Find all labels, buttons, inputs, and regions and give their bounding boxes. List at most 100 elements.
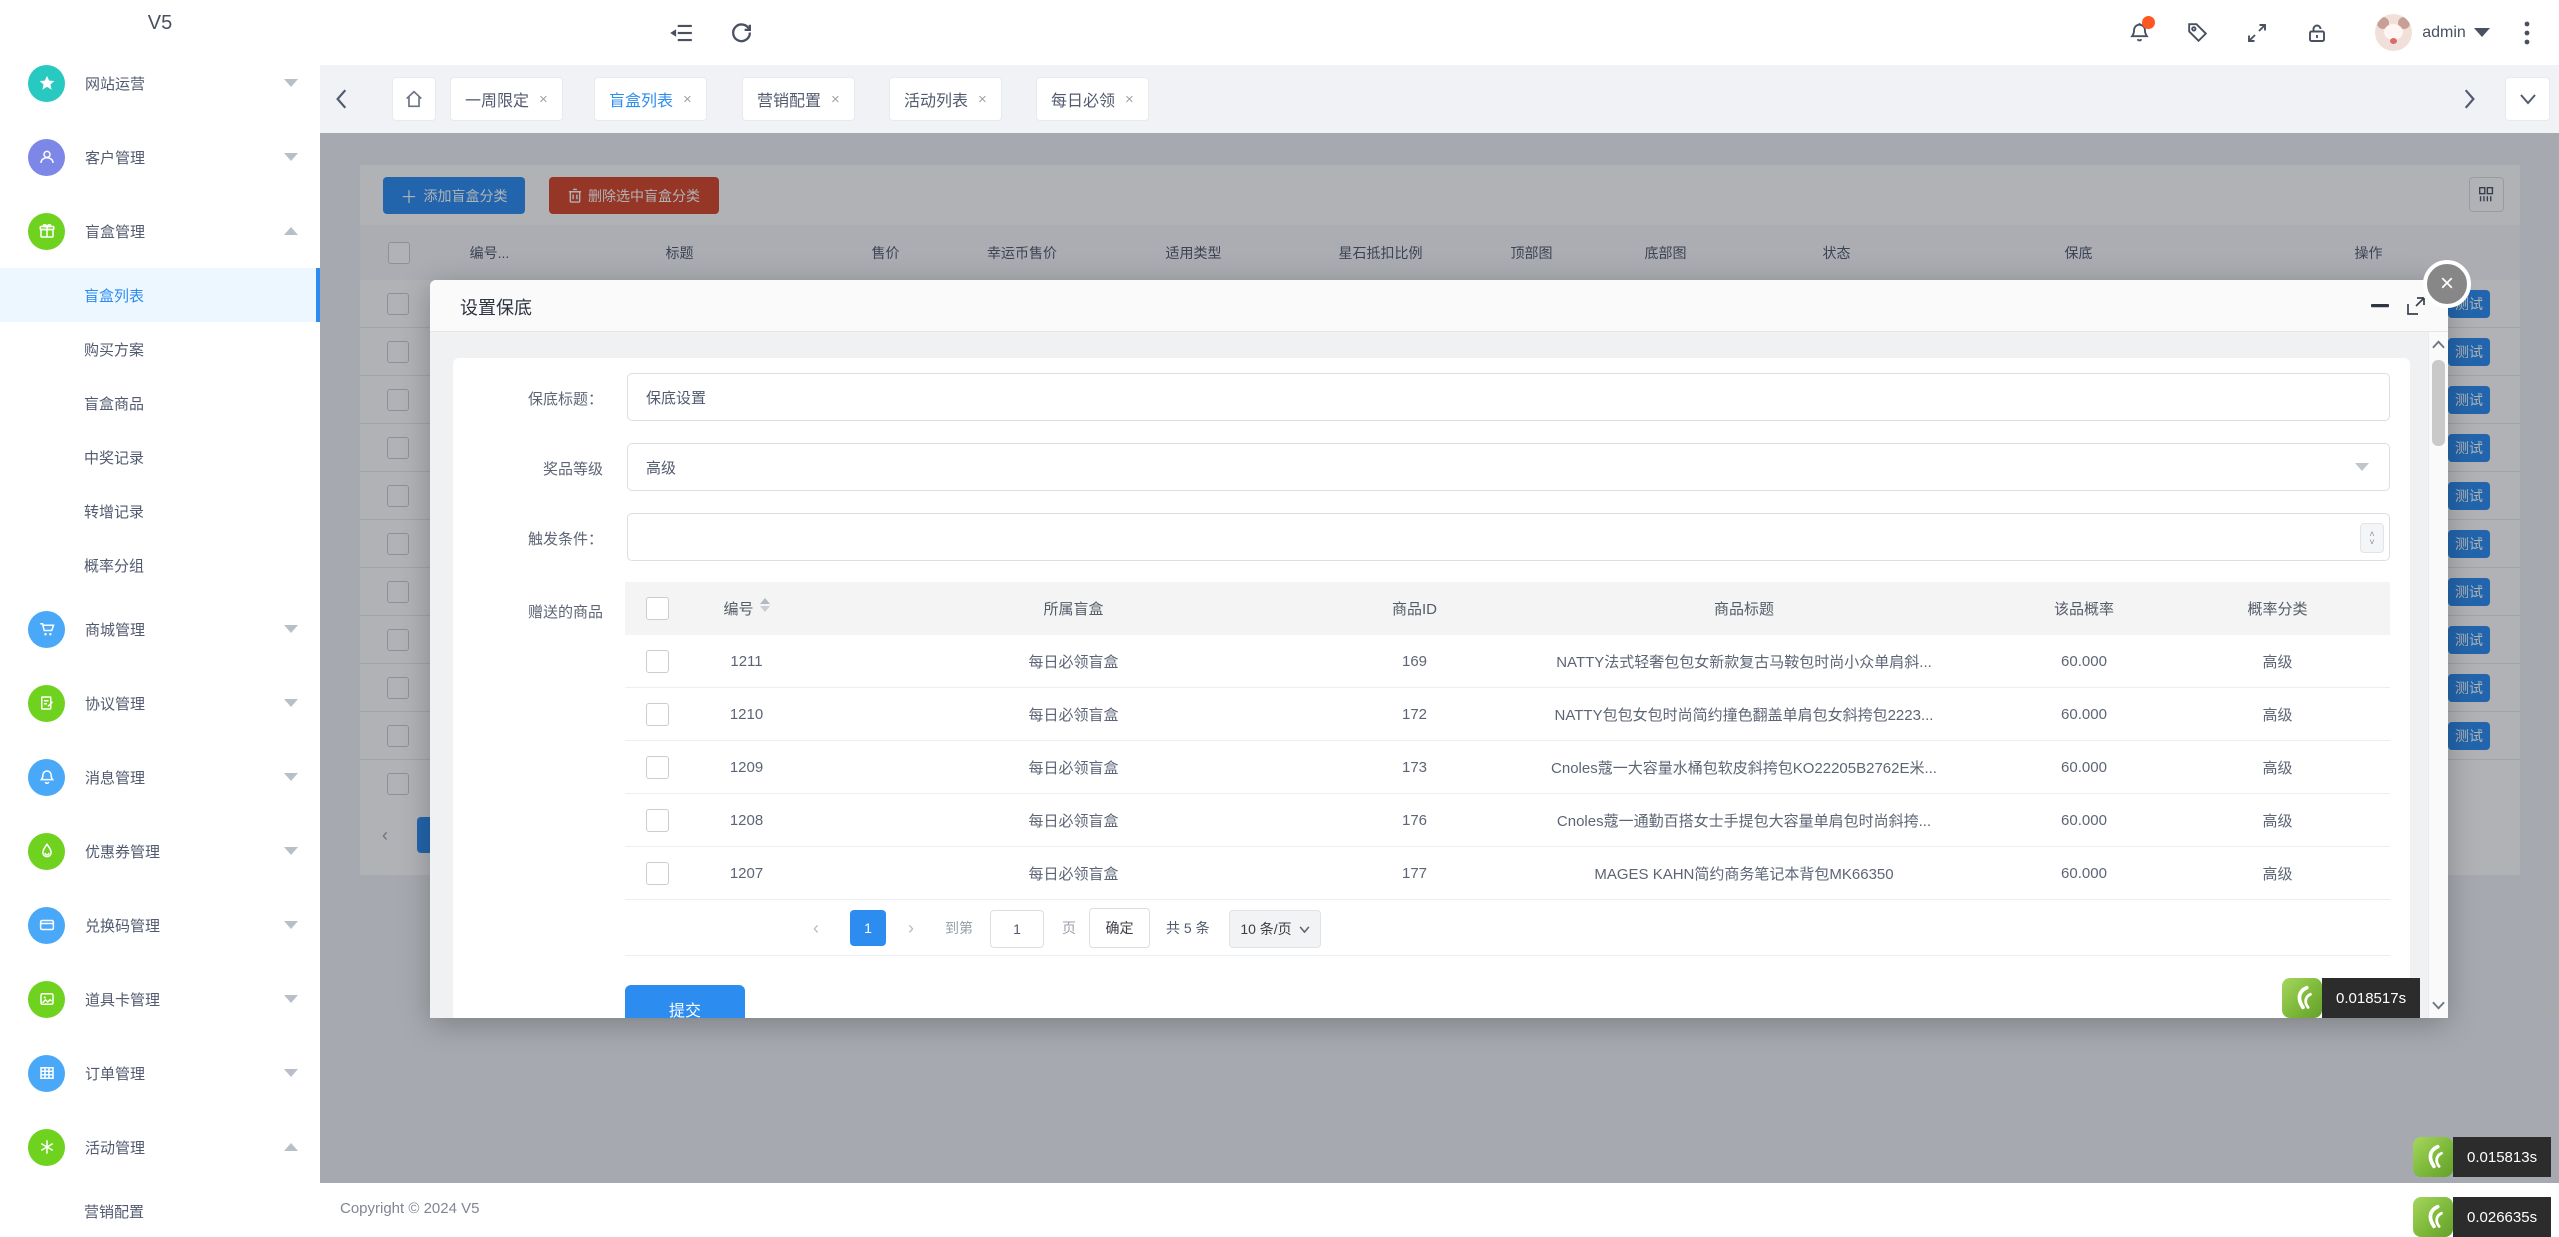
page-size-select[interactable]: 10 条/页	[1229, 910, 1321, 948]
footer: Copyright © 2024 V5	[320, 1183, 2559, 1235]
chevron-down-icon	[2474, 28, 2490, 37]
prev-page-icon[interactable]: ‹	[813, 910, 819, 946]
row-checkbox[interactable]	[646, 809, 669, 832]
refresh-icon[interactable]	[720, 0, 762, 65]
guarantee-title-input[interactable]: 保底设置	[627, 373, 2390, 421]
close-icon[interactable]: ×	[831, 91, 840, 108]
gift-products-table: 编号 所属盲盒 商品ID 商品标题 该品概率 概率分类 1211每日必领盲盒16…	[625, 582, 2390, 900]
next-page-icon[interactable]: ›	[908, 910, 914, 946]
minimize-icon[interactable]	[2366, 292, 2394, 320]
scroll-down-icon[interactable]	[2432, 1001, 2445, 1010]
grid-icon	[28, 1055, 65, 1092]
modal-title: 设置保底	[460, 294, 532, 320]
gift-table-row: 1209每日必领盲盒173Cnoles蔻一大容量水桶包软皮斜挎包KO22205B…	[625, 741, 2390, 794]
chevron-down-icon	[284, 995, 298, 1003]
trigger-condition-input[interactable]	[627, 513, 2390, 561]
debug-time-badge: 0.026635s	[2413, 1197, 2551, 1237]
collapse-sidebar-icon[interactable]	[660, 0, 702, 65]
sidebar-item-coupon[interactable]: 优惠券管理	[0, 814, 320, 888]
sort-icon[interactable]	[760, 598, 770, 612]
modal-form-card: 保底标题： 保底设置 奖品等级 高级 触发条件： ˄˅ 赠送的商品 编号 所属盲…	[453, 358, 2410, 1018]
tabs-scroll-left-icon[interactable]	[328, 65, 356, 133]
number-stepper[interactable]: ˄˅	[2360, 523, 2384, 553]
sidebar-item-website[interactable]: 网站运营	[0, 46, 320, 120]
avatar[interactable]	[2373, 0, 2413, 65]
prize-level-label: 奖品等级	[453, 458, 603, 479]
thinkphp-icon	[2413, 1137, 2453, 1177]
prize-level-select[interactable]: 高级	[627, 443, 2390, 491]
chevron-down-icon	[284, 153, 298, 161]
sidebar-item-blindbox-goods[interactable]: 盲盒商品	[0, 376, 320, 430]
more-menu-icon[interactable]	[2509, 0, 2545, 65]
select-all-checkbox[interactable]	[646, 597, 669, 620]
sidebar-item-transfer-records[interactable]: 转增记录	[0, 484, 320, 538]
row-checkbox[interactable]	[646, 862, 669, 885]
tabs-dropdown-icon[interactable]	[2505, 77, 2550, 121]
scrollbar-thumb[interactable]	[2432, 360, 2445, 446]
close-icon[interactable]: ×	[1125, 91, 1134, 108]
chevron-down-icon	[284, 625, 298, 633]
sidebar-item-blindbox-list[interactable]: 盲盒列表	[0, 268, 320, 322]
sidebar-item-blindbox[interactable]: 盲盒管理	[0, 194, 320, 268]
modal-close-button[interactable]: ×	[2423, 260, 2471, 308]
close-icon[interactable]: ×	[539, 91, 548, 108]
goto-suffix: 页	[1062, 910, 1076, 946]
sidebar-item-win-records[interactable]: 中奖记录	[0, 430, 320, 484]
thinkphp-icon	[2413, 1197, 2453, 1237]
tab-marketing-config[interactable]: 营销配置×	[742, 77, 855, 121]
sidebar-item-marketing-config[interactable]: 营销配置	[0, 1184, 320, 1235]
sidebar-item-message[interactable]: 消息管理	[0, 740, 320, 814]
sidebar-item-order[interactable]: 订单管理	[0, 1036, 320, 1110]
sidebar-item-prop-card[interactable]: 道具卡管理	[0, 962, 320, 1036]
close-icon[interactable]: ×	[683, 91, 692, 108]
gift-table-row: 1211每日必领盲盒169NATTY法式轻奢包包女新款复古马鞍包时尚小众单肩斜.…	[625, 635, 2390, 688]
debug-time-badge: 0.018517s	[2282, 978, 2420, 1018]
chevron-down-icon	[284, 699, 298, 707]
sidebar-item-customer[interactable]: 客户管理	[0, 120, 320, 194]
user-menu[interactable]: admin	[2413, 0, 2499, 65]
chevron-down-icon	[284, 921, 298, 929]
goto-page-input[interactable]	[990, 910, 1044, 948]
sidebar-item-redeem-code[interactable]: 兑换码管理	[0, 888, 320, 962]
topbar: admin	[320, 0, 2559, 65]
lock-icon[interactable]	[2297, 0, 2337, 65]
goto-prefix: 到第	[945, 910, 973, 946]
chevron-down-icon	[284, 79, 298, 87]
tab-activity-list[interactable]: 活动列表×	[889, 77, 1002, 121]
tag-icon[interactable]	[2177, 0, 2217, 65]
trigger-condition-label: 触发条件：	[453, 528, 603, 549]
gift-products-label: 赠送的商品	[453, 601, 603, 622]
row-checkbox[interactable]	[646, 650, 669, 673]
confirm-page-button[interactable]: 确定	[1089, 908, 1150, 948]
tabs-scroll-right-icon[interactable]	[2455, 65, 2483, 133]
tab-weekly-limited[interactable]: 一周限定×	[450, 77, 563, 121]
total-count: 共 5 条	[1166, 910, 1210, 946]
chevron-down-icon	[284, 1069, 298, 1077]
star-icon	[28, 65, 65, 102]
sidebar-item-purchase-plan[interactable]: 购买方案	[0, 322, 320, 376]
chevron-up-icon	[284, 227, 298, 235]
gift-table-row: 1207每日必领盲盒177MAGES KAHN简约商务笔记本背包MK663506…	[625, 847, 2390, 900]
row-checkbox[interactable]	[646, 703, 669, 726]
tab-blindbox-list[interactable]: 盲盒列表×	[594, 77, 707, 121]
modal-scrollbar[interactable]	[2428, 332, 2448, 1018]
sidebar-item-activity[interactable]: 活动管理	[0, 1110, 320, 1184]
debug-time-badge: 0.015813s	[2413, 1137, 2551, 1177]
tab-home[interactable]	[392, 77, 436, 121]
fullscreen-icon[interactable]	[2237, 0, 2277, 65]
current-page[interactable]: 1	[850, 910, 886, 946]
sidebar-item-mall[interactable]: 商城管理	[0, 592, 320, 666]
app-logo: V5	[0, 0, 320, 46]
thinkphp-icon	[2282, 978, 2322, 1018]
close-icon[interactable]: ×	[978, 91, 987, 108]
submit-button[interactable]: 提交	[625, 985, 745, 1018]
gift-table-header: 编号 所属盲盒 商品ID 商品标题 该品概率 概率分类	[625, 582, 2390, 635]
cart-icon	[28, 611, 65, 648]
scroll-up-icon[interactable]	[2432, 340, 2445, 349]
tab-daily-claim[interactable]: 每日必领×	[1036, 77, 1149, 121]
sidebar-item-probability-groups[interactable]: 概率分组	[0, 538, 320, 592]
chevron-down-icon	[1299, 926, 1310, 933]
sidebar-item-agreement[interactable]: 协议管理	[0, 666, 320, 740]
notification-bell-icon[interactable]	[2119, 0, 2159, 65]
row-checkbox[interactable]	[646, 756, 669, 779]
